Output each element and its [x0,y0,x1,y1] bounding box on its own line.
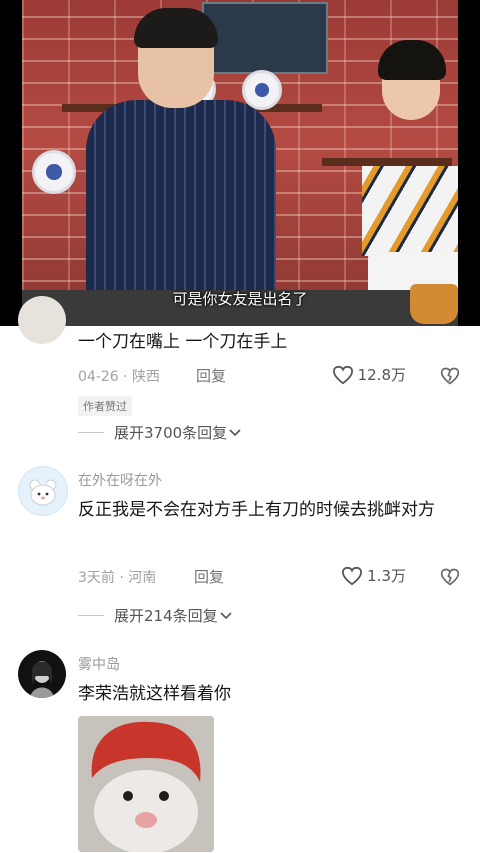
comment-date: 3天前 [78,570,115,586]
chevron-down-icon [220,611,232,619]
reply-button[interactable]: 回复 [196,365,226,386]
broken-heart-icon[interactable] [440,366,460,386]
avatar[interactable] [18,650,66,698]
comment-username[interactable]: 雾中岛 [78,654,120,674]
avatar-portrait-icon [30,661,54,698]
like-button[interactable]: 12.8万 [332,364,406,385]
heart-outline-icon [342,566,363,585]
comment-location: 陕西 [132,369,161,385]
chevron-down-icon [229,428,241,436]
broken-heart-icon[interactable] [440,567,460,587]
comment-text[interactable]: 一个刀在嘴上 一个刀在手上 [78,328,458,356]
comment-meta: 3天前 · 河南 [78,567,156,587]
comment-item: 一个刀在嘴上 一个刀在手上 04-26 · 陕西 回复 12.8万 作者赞过 展… [0,296,480,450]
heart-outline-icon [332,365,353,384]
divider [78,432,104,433]
comment-meta: 04-26 · 陕西 [78,366,160,386]
comment-text[interactable]: 反正我是不会在对方手上有刀的时候去挑衅对方 [78,496,458,524]
author-liked-badge: 作者赞过 [78,396,132,416]
avatar[interactable] [18,296,66,344]
expand-replies-button[interactable]: 展开214条回复 [78,605,232,626]
comment-item: 在外在呀在外 反正我是不会在对方手上有刀的时候去挑衅对方 3天前 · 河南 回复… [0,462,480,632]
like-count: 12.8万 [357,366,406,384]
comment-text[interactable]: 李荣浩就这样看着你 [78,680,458,708]
expand-replies-button[interactable]: 展开3700条回复 [78,422,241,443]
meta-separator: · [123,369,133,385]
video-subtitle: 可是你女友是出名了 [172,290,308,308]
video-player[interactable]: 可是你女友是出名了 [0,0,480,326]
like-count: 1.3万 [367,567,406,585]
expand-replies-label: 展开3700条回复 [114,424,228,442]
meta-separator: · [119,570,129,586]
comment-username[interactable]: 在外在呀在外 [78,470,162,490]
comment-location: 河南 [128,570,157,586]
host-man [86,8,276,326]
comment-date: 04-26 [78,369,119,385]
reply-button[interactable]: 回复 [194,566,224,587]
comment-sticker-image[interactable] [78,716,214,852]
sticker-drawing [78,716,214,852]
like-button[interactable]: 1.3万 [341,565,406,586]
bear-avatar-icon [29,479,57,506]
expand-replies-label: 展开214条回复 [114,607,218,625]
divider [78,615,104,616]
avatar[interactable] [18,466,68,516]
video-frame [22,0,458,326]
host-woman [322,36,458,326]
comment-item: 雾中岛 李荣浩就这样看着你 [0,648,480,853]
